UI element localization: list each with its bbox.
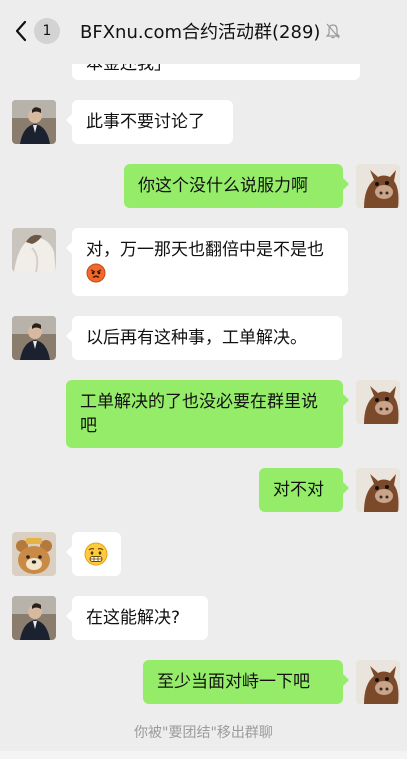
- message-bubble-outgoing[interactable]: 工单解决的了也没必要在群里说吧: [66, 380, 349, 448]
- message-text: 对，万一那天也翻倍中是不是也: [86, 240, 324, 260]
- angry-face-emoji: [86, 263, 106, 290]
- system-message: 你被"要团结"移出群聊: [134, 725, 273, 741]
- message-text: 此事不要讨论了: [86, 112, 205, 132]
- man-avatar[interactable]: [12, 100, 56, 144]
- message-text: 对不对: [273, 480, 324, 500]
- bear-avatar[interactable]: [12, 532, 56, 576]
- message-bubble-incoming[interactable]: 以后再有这种事，工单解决。: [66, 316, 342, 360]
- title-wrap: BFXnu.com合约活动群(289): [80, 16, 341, 46]
- message-bubble-outgoing[interactable]: 对不对: [259, 468, 349, 512]
- donkey-avatar[interactable]: [356, 164, 400, 208]
- donkey-avatar[interactable]: [356, 660, 400, 704]
- chat-area[interactable]: 本金还我」 此事不要讨论了 你这个没什么说服力啊 对，万一那天也翻倍中是不是也 …: [0, 0, 407, 759]
- unread-count-badge: 1: [34, 18, 60, 44]
- message-text: 你这个没什么说服力啊: [138, 176, 308, 196]
- message-bubble-incoming[interactable]: [66, 532, 121, 576]
- woman-avatar[interactable]: [12, 228, 56, 272]
- grimace-face-emoji: [84, 542, 108, 573]
- man-avatar[interactable]: [12, 316, 56, 360]
- message-bubble-outgoing[interactable]: 你这个没什么说服力啊: [124, 164, 349, 208]
- message-text: 工单解决的了也没必要在群里说吧: [80, 392, 318, 436]
- mute-bell-icon: [326, 23, 341, 39]
- message-bubble-outgoing[interactable]: 至少当面对峙一下吧: [143, 660, 349, 704]
- message-text: 在这能解决?: [86, 608, 181, 628]
- message-text: 至少当面对峙一下吧: [157, 672, 310, 692]
- donkey-avatar[interactable]: [356, 468, 400, 512]
- chevron-left-icon: [15, 20, 27, 42]
- message-bubble-incoming[interactable]: 对，万一那天也翻倍中是不是也: [66, 228, 348, 296]
- message-bubble-incoming[interactable]: 在这能解决?: [66, 596, 208, 640]
- back-button[interactable]: 1: [6, 14, 66, 48]
- man-avatar[interactable]: [12, 596, 56, 640]
- chat-title: BFXnu.com合约活动群(289): [80, 22, 321, 43]
- chat-header: 1 BFXnu.com合约活动群(289): [0, 0, 407, 64]
- message-bubble-incoming[interactable]: 此事不要讨论了: [66, 100, 233, 144]
- donkey-avatar[interactable]: [356, 380, 400, 424]
- bottom-bar: [0, 751, 407, 759]
- message-text: 以后再有这种事，工单解决。: [86, 328, 307, 348]
